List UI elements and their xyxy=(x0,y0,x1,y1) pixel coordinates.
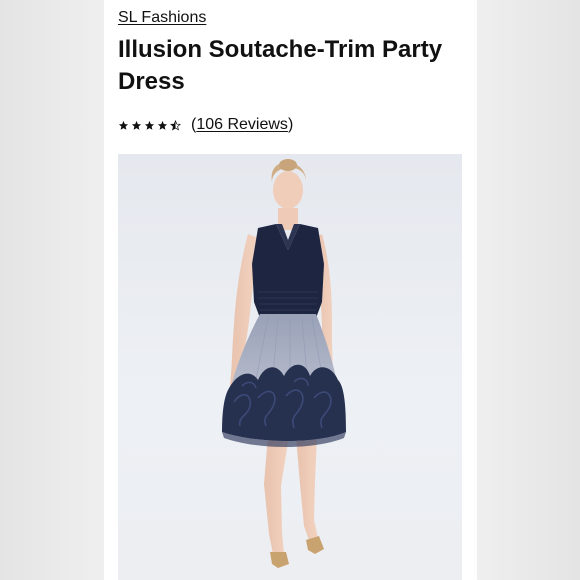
star-icon xyxy=(144,120,155,130)
page-side-left xyxy=(0,0,104,580)
product-photo-illustration xyxy=(222,159,346,568)
product-card: SL Fashions Illusion Soutache-Trim Party… xyxy=(104,0,477,580)
star-icon xyxy=(157,120,168,130)
reviews-count-label: 106 Reviews xyxy=(196,116,288,133)
reviews-link[interactable]: (106 Reviews) xyxy=(191,116,293,134)
rating-row: (106 Reviews) xyxy=(118,114,293,136)
star-icon xyxy=(131,120,142,130)
brand-link[interactable]: SL Fashions xyxy=(118,9,206,27)
page-side-right xyxy=(476,0,580,580)
star-icon xyxy=(118,120,129,130)
product-title: Illusion Soutache-Trim Party Dress xyxy=(118,36,443,95)
rating-stars xyxy=(118,119,181,131)
product-photo[interactable] xyxy=(118,154,462,580)
star-half-icon xyxy=(170,119,181,131)
